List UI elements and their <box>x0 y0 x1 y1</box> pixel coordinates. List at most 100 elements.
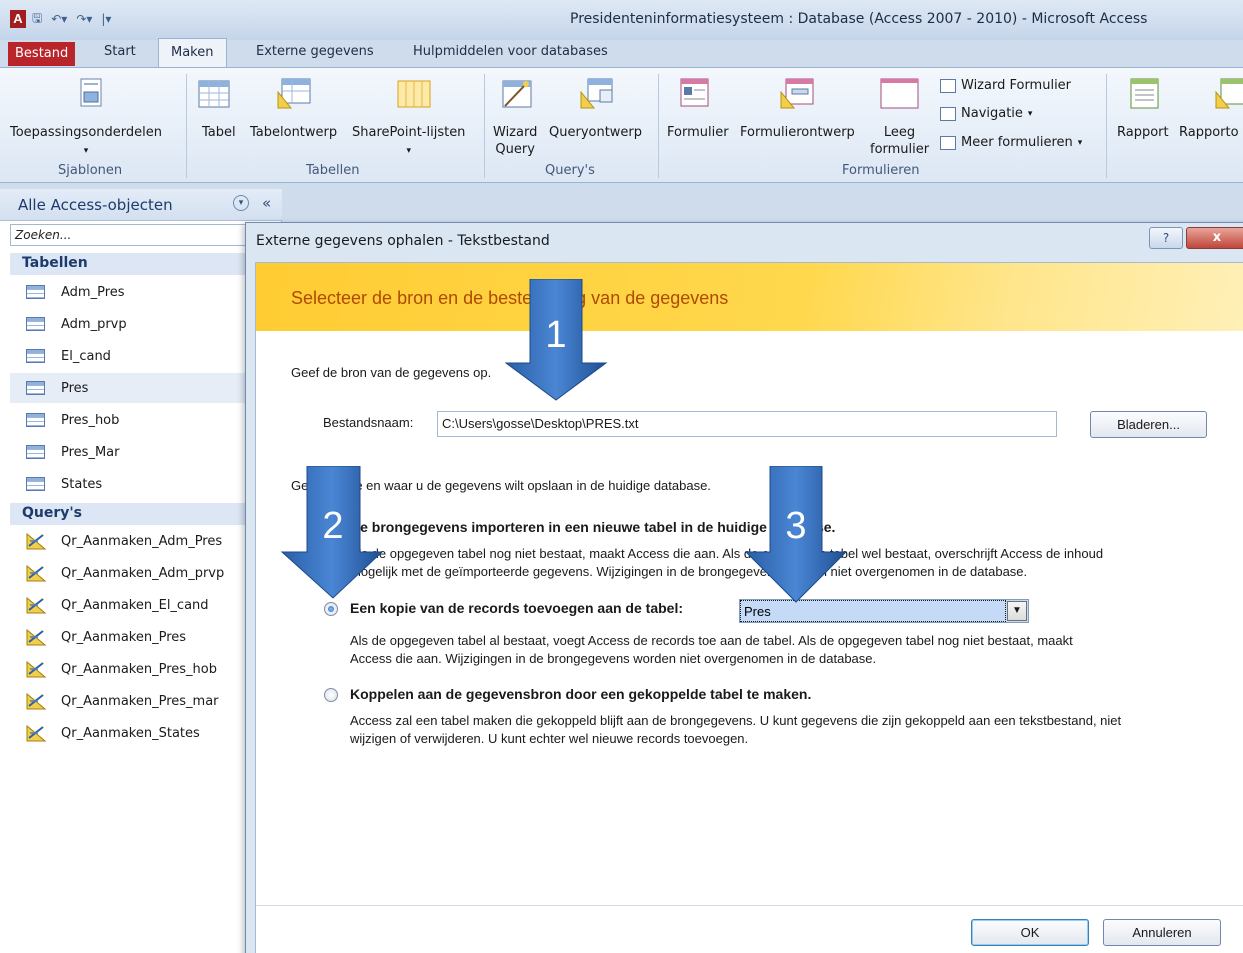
queryontwerp-button[interactable]: Queryontwerp <box>549 124 642 141</box>
nav-category-tabellen[interactable]: Tabellen <box>10 253 282 275</box>
nav-query-item[interactable]: Qr_Aanmaken_Adm_Pres <box>10 526 282 556</box>
save-icon[interactable]: 🖫 <box>32 9 42 30</box>
window-title: Presidenteninformatiesysteem : Database … <box>570 11 1148 27</box>
toepassingsonderdelen-label: Toepassingsonderdelen <box>10 125 162 140</box>
formulier-button[interactable]: Formulier <box>667 124 729 141</box>
group-label-querys: Query's <box>545 163 595 178</box>
redo-icon[interactable]: ↷▾ <box>76 12 92 26</box>
formulierontwerp-button[interactable]: Formulierontwerp <box>740 124 855 141</box>
nav-query-label: Qr_Aanmaken_El_cand <box>61 597 209 613</box>
nav-query-label: Qr_Aanmaken_Pres_mar <box>61 693 219 709</box>
sharepoint-lijsten-button[interactable]: SharePoint-lijsten ▾ <box>352 124 465 160</box>
wizard-formulier-button[interactable]: Wizard Formulier <box>940 78 1071 93</box>
nav-table-label: Adm_prvp <box>61 316 127 332</box>
nav-table-item[interactable]: States <box>10 469 282 499</box>
group-separator <box>186 74 187 178</box>
option-append-desc-2: Access die aan. Wijzigingen in de bronge… <box>350 651 877 666</box>
rapport-button[interactable]: Rapport <box>1117 124 1169 141</box>
nav-search-input[interactable]: Zoeken... <box>10 224 278 246</box>
nav-header[interactable]: Alle Access-objecten ▾ « <box>0 189 282 221</box>
nav-title[interactable]: Alle Access-objecten <box>18 196 173 214</box>
nav-category-querys[interactable]: Query's <box>10 503 282 525</box>
make-table-query-icon <box>26 724 46 742</box>
ok-button[interactable]: OK <box>971 919 1089 946</box>
nav-table-item[interactable]: Pres_hob <box>10 405 282 435</box>
help-button[interactable]: ? <box>1149 227 1183 249</box>
quick-access-toolbar: 🖫 ↶▾ ↷▾ |▾ <box>32 10 111 28</box>
nav-table-label: States <box>61 476 103 492</box>
nav-table-item[interactable]: El_cand <box>10 341 282 371</box>
report-design-icon <box>1215 78 1243 109</box>
tabel-button[interactable]: Tabel <box>202 124 236 141</box>
nav-table-item[interactable]: Pres <box>10 373 282 403</box>
nav-query-item[interactable]: Qr_Aanmaken_Adm_prvp <box>10 558 282 588</box>
nav-query-label: Qr_Aanmaken_Adm_prvp <box>61 565 225 581</box>
table-icon <box>26 285 45 299</box>
radio-link-table[interactable] <box>324 688 338 702</box>
annotation-arrow-2: 2 <box>280 466 384 599</box>
close-button[interactable]: x <box>1186 227 1243 249</box>
nav-query-item[interactable]: Qr_Aanmaken_States <box>10 718 282 748</box>
rapportontwerp-button[interactable]: Rapporto <box>1179 124 1239 141</box>
nav-query-item[interactable]: Qr_Aanmaken_Pres <box>10 622 282 652</box>
navigation-form-icon <box>940 106 956 121</box>
group-separator <box>658 74 659 178</box>
chevron-down-icon[interactable]: ▼ <box>1007 601 1027 621</box>
cancel-button[interactable]: Annuleren <box>1103 919 1221 946</box>
option-import-desc-1: Als de opgegeven tabel nog niet bestaat,… <box>350 546 1104 561</box>
nav-query-label: Qr_Aanmaken_States <box>61 725 200 741</box>
make-table-query-icon <box>26 660 46 678</box>
nav-query-item[interactable]: Qr_Aanmaken_Pres_mar <box>10 686 282 716</box>
report-icon <box>1130 78 1159 109</box>
nav-table-item[interactable]: Adm_prvp <box>10 309 282 339</box>
make-table-query-icon <box>26 564 46 582</box>
nav-table-item[interactable]: Adm_Pres <box>10 277 282 307</box>
navigation-pane: Alle Access-objecten ▾ « Zoeken... Tabel… <box>0 189 282 953</box>
ribbon-tabs: Bestand Start Maken Externe gegevens Hul… <box>0 38 1243 68</box>
option-link-title[interactable]: Koppelen aan de gegevensbron door een ge… <box>350 686 811 702</box>
tabelontwerp-button[interactable]: Tabelontwerp <box>250 124 337 141</box>
title-bar: A 🖫 ↶▾ ↷▾ |▾ Presidenteninformatiesystee… <box>0 0 1243 40</box>
nav-query-label: Qr_Aanmaken_Adm_Pres <box>61 533 223 549</box>
option-link-desc-1: Access zal een tabel maken die gekoppeld… <box>350 713 1122 728</box>
tab-bestand[interactable]: Bestand <box>8 42 76 66</box>
toepassingsonderdelen-button[interactable]: Toepassingsonderdelen ▾ <box>10 124 162 160</box>
query-design-icon <box>580 78 613 109</box>
access-app-icon[interactable]: A <box>10 10 26 28</box>
query-wizard-button[interactable]: Wizard Query <box>493 124 537 158</box>
form-wizard-icon <box>940 78 956 93</box>
table-icon <box>26 381 45 395</box>
filename-label: Bestandsnaam: <box>323 415 414 430</box>
option-append-title[interactable]: Een kopie van de records toevoegen aan d… <box>350 600 683 616</box>
group-label-sjablonen: Sjablonen <box>58 163 123 178</box>
chevron-down-icon: ▾ <box>1027 108 1033 119</box>
radio-append-records[interactable] <box>324 602 338 616</box>
customize-qat-icon[interactable]: |▾ <box>101 12 111 26</box>
nav-table-label: Pres <box>61 380 89 396</box>
nav-query-item[interactable]: Qr_Aanmaken_El_cand <box>10 590 282 620</box>
collapse-pane-icon[interactable]: « <box>262 194 271 212</box>
tab-externe-gegevens[interactable]: Externe gegevens <box>244 38 386 68</box>
browse-button[interactable]: Bladeren... <box>1090 411 1207 438</box>
form-design-icon <box>780 78 814 109</box>
nav-table-item[interactable]: Pres_Mar <box>10 437 282 467</box>
table-design-icon <box>277 78 311 109</box>
table-icon <box>198 80 230 108</box>
make-table-query-icon <box>26 692 46 710</box>
nav-dropdown-icon[interactable]: ▾ <box>233 195 249 211</box>
form-icon <box>680 78 709 107</box>
nav-query-item[interactable]: Qr_Aanmaken_Pres_hob <box>10 654 282 684</box>
meer-formulieren-button[interactable]: Meer formulieren ▾ <box>940 135 1082 150</box>
import-text-dialog: Externe gegevens ophalen - Tekstbestand … <box>245 222 1243 953</box>
leeg-label-2: formulier <box>870 142 930 157</box>
undo-icon[interactable]: ↶▾ <box>51 12 67 26</box>
tab-start[interactable]: Start <box>92 38 148 68</box>
leeg-formulier-button[interactable]: Leeg formulier <box>870 124 929 158</box>
navigatie-button[interactable]: Navigatie ▾ <box>940 106 1032 121</box>
meer-formulieren-label: Meer formulieren <box>961 135 1073 150</box>
tab-maken[interactable]: Maken <box>158 38 227 68</box>
group-label-tabellen: Tabellen <box>306 163 360 178</box>
tab-hulpmiddelen[interactable]: Hulpmiddelen voor databases <box>401 38 620 68</box>
filename-input[interactable]: C:\Users\gosse\Desktop\PRES.txt <box>437 411 1057 437</box>
dialog-banner: Selecteer de bron en de bestemming van d… <box>256 263 1243 331</box>
